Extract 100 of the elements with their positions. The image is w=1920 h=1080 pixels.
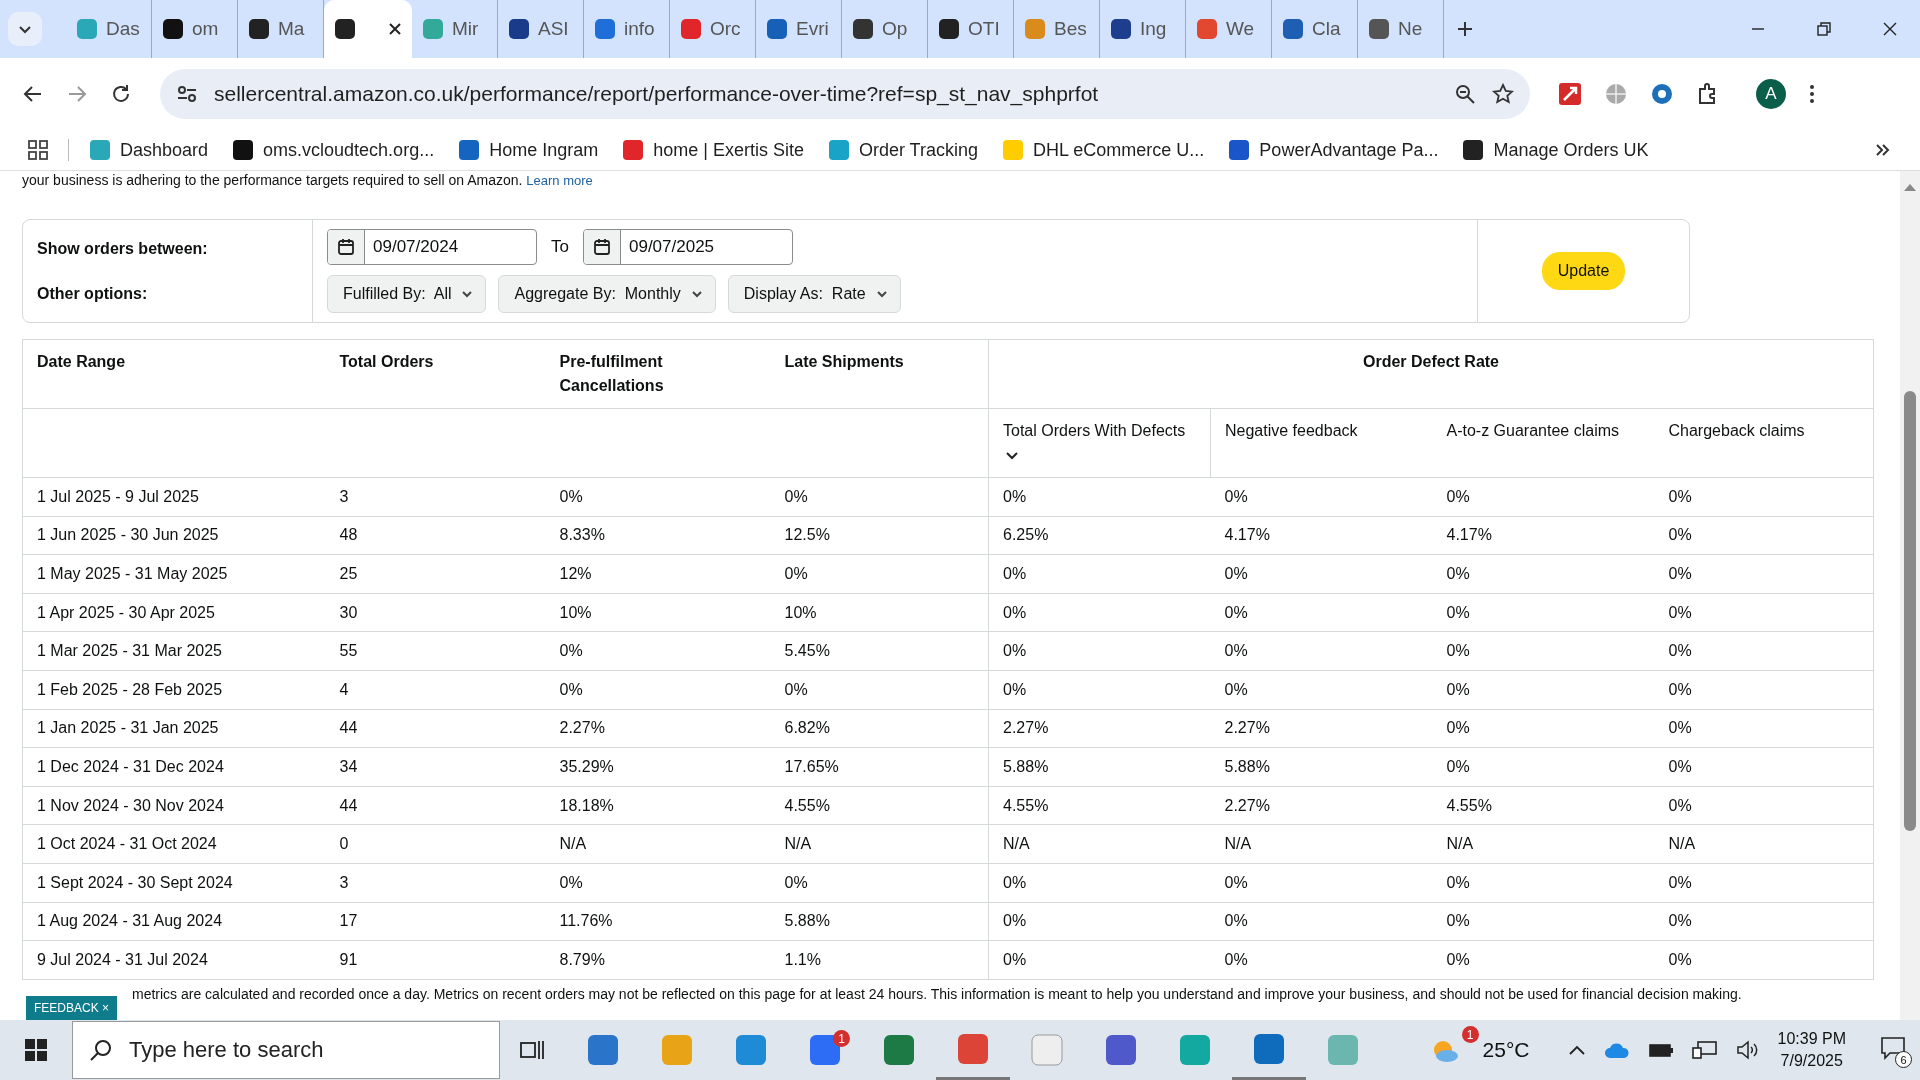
app-icon[interactable] xyxy=(882,1033,916,1067)
table-cell: 2.27% xyxy=(988,709,1211,748)
app-icon[interactable] xyxy=(1104,1033,1138,1067)
zoom-icon[interactable] xyxy=(1454,83,1476,105)
site-icon xyxy=(1228,139,1251,161)
column-group-header: Order Defect Rate xyxy=(988,339,1874,409)
address-bar[interactable]: sellercentral.amazon.co.uk/performance/report/performance-over-time?ref=sp_st_nav_sphprfot xyxy=(160,69,1530,119)
table-cell: 1 Jul 2025 - 9 Jul 2025 xyxy=(22,477,326,517)
site-icon xyxy=(594,18,616,40)
table-cell: 44 xyxy=(325,786,546,825)
bookmark[interactable]: Manage Orders UK xyxy=(1462,139,1649,161)
table-cell: 8.79% xyxy=(545,940,771,980)
site-icon xyxy=(458,139,481,161)
update-button[interactable]: Update xyxy=(1541,252,1626,290)
site-icon xyxy=(248,18,270,40)
table-cell: 1.1% xyxy=(770,940,989,980)
table-cell: 1 Jan 2025 - 31 Jan 2025 xyxy=(22,709,326,748)
table-cell: 17.65% xyxy=(770,747,989,787)
tab-search-button[interactable] xyxy=(8,12,42,46)
windows-start-icon[interactable] xyxy=(24,1038,48,1062)
restore-icon[interactable] xyxy=(1816,21,1832,37)
site-icon xyxy=(162,18,184,40)
scroll-up-icon[interactable] xyxy=(1904,183,1916,191)
table-cell: 8.33% xyxy=(545,516,771,555)
chevron-down-icon xyxy=(690,288,703,300)
taskbar-search-box[interactable]: Type here to search xyxy=(72,1021,500,1079)
cloud-icon[interactable] xyxy=(1603,1041,1630,1059)
table-cell: 0% xyxy=(1432,631,1655,671)
column-header: Chargeback claims xyxy=(1654,408,1874,478)
notification-badge: 1 xyxy=(1461,1026,1479,1043)
dropdown-button[interactable]: Fulfilled By: All xyxy=(327,275,487,313)
extension-icon[interactable] xyxy=(1558,82,1582,106)
table-cell: 5.45% xyxy=(770,631,989,671)
column-header: Pre-fulfilment Cancellations xyxy=(545,339,771,409)
apps-grid-icon[interactable] xyxy=(28,140,48,160)
more-icon[interactable] xyxy=(1808,83,1816,105)
bookmark[interactable]: oms.vcloudtech.org... xyxy=(232,139,435,161)
table-cell: 0% xyxy=(1654,786,1874,825)
app-icon[interactable] xyxy=(956,1031,990,1066)
date-field[interactable]: 09/07/2024 xyxy=(327,229,537,265)
feedback-button[interactable]: FEEDBACK × xyxy=(26,996,118,1020)
close-icon[interactable] xyxy=(1882,21,1898,37)
reload-icon[interactable] xyxy=(110,83,132,105)
site-icon xyxy=(334,18,356,40)
bookmark[interactable]: home | Exertis Site xyxy=(622,139,804,161)
table-cell: 2.27% xyxy=(545,709,771,748)
app-icon[interactable] xyxy=(734,1033,768,1067)
temperature-text[interactable]: 25°C xyxy=(1482,1038,1530,1062)
site-icon xyxy=(680,18,702,40)
learn-more-link[interactable]: Learn more xyxy=(526,173,593,188)
site-settings-icon[interactable] xyxy=(176,83,198,105)
table-cell: 0% xyxy=(1210,902,1433,941)
caret-icon[interactable] xyxy=(1005,450,1019,461)
table-cell: 0% xyxy=(1432,863,1655,903)
table-cell: 4.17% xyxy=(1210,516,1433,555)
browser-tab[interactable] xyxy=(324,0,412,58)
calendar-icon[interactable] xyxy=(592,238,611,256)
intro-text: your business is adhering to the performance targets required to sell on Amazon. Learn more xyxy=(22,172,593,188)
speaker-icon[interactable] xyxy=(1735,1040,1760,1060)
to-label: To xyxy=(551,237,569,257)
chevron-down-icon xyxy=(875,288,888,300)
network-icon[interactable] xyxy=(1691,1040,1718,1060)
task-view-icon[interactable] xyxy=(520,1038,546,1062)
chevron-up-icon[interactable] xyxy=(1567,1044,1586,1056)
site-icon xyxy=(89,139,111,161)
app-icon[interactable] xyxy=(1252,1031,1286,1066)
close-icon[interactable] xyxy=(388,22,402,36)
bookmark[interactable]: Dashboard xyxy=(89,139,209,161)
new-tab-icon[interactable] xyxy=(1456,20,1474,38)
table-cell: 0% xyxy=(1210,631,1433,671)
table-cell: 11.76% xyxy=(545,902,771,941)
taskbar-search-field[interactable]: Type here to search xyxy=(127,1036,483,1064)
clock[interactable]: 10:39 PM 7/9/2025 xyxy=(1777,1028,1846,1072)
table-cell: 17 xyxy=(325,902,546,941)
star-icon[interactable] xyxy=(1492,83,1514,105)
calendar-icon[interactable] xyxy=(337,238,355,256)
table-cell: 0% xyxy=(1432,593,1655,632)
table-cell: 0% xyxy=(988,863,1211,903)
battery-icon[interactable] xyxy=(1647,1041,1674,1059)
extension-icon[interactable] xyxy=(1650,82,1674,106)
dropdown-button[interactable]: Aggregate By: Monthly xyxy=(498,275,716,313)
table-cell: 4.17% xyxy=(1432,516,1655,555)
header-text[interactable]: Total Orders With Defects xyxy=(1003,422,1186,439)
date-field[interactable]: 09/07/2025 xyxy=(582,229,793,265)
scrollbar-thumb[interactable] xyxy=(1904,391,1916,831)
table-cell: 1 Mar 2025 - 31 Mar 2025 xyxy=(22,631,326,671)
site-icon xyxy=(76,18,98,40)
scrollbar[interactable] xyxy=(1900,171,1920,1020)
table-cell: 0% xyxy=(1654,747,1874,787)
table-cell: 0% xyxy=(770,554,989,594)
bookmark[interactable]: DHL eCommerce U... xyxy=(1002,139,1205,161)
site-icon xyxy=(232,139,255,161)
notification-count: 6 xyxy=(1895,1051,1912,1068)
profile-avatar[interactable]: A xyxy=(1756,79,1786,109)
dropdown-button[interactable]: Display As: Rate xyxy=(727,275,901,313)
bookmark[interactable]: Order Tracking xyxy=(827,139,978,161)
table-cell: 0% xyxy=(545,670,771,710)
app-icon[interactable] xyxy=(586,1033,620,1067)
bookmark[interactable]: PowerAdvantage Pa... xyxy=(1228,139,1439,161)
bookmark[interactable]: Home Ingram xyxy=(458,139,599,161)
